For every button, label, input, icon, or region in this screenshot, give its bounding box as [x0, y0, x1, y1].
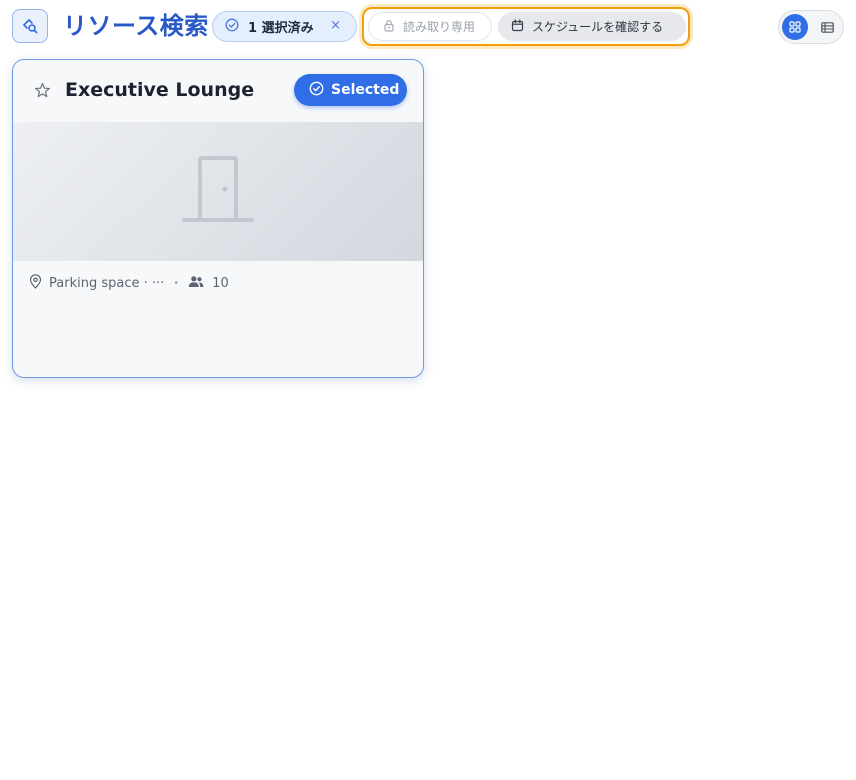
clear-selection-button[interactable]: ×	[330, 18, 341, 33]
grid-view-icon[interactable]	[782, 14, 808, 40]
check-circle-icon	[225, 17, 239, 36]
card-title: Executive Lounge	[65, 79, 255, 101]
check-schedule-button[interactable]: スケジュールを確認する	[498, 12, 686, 41]
capacity-value: 10	[212, 275, 229, 291]
check-circle-icon	[309, 81, 324, 100]
search-resource-icon[interactable]	[12, 9, 48, 43]
calendar-icon	[511, 17, 524, 36]
readonly-button[interactable]: 読み取り専用	[368, 12, 492, 41]
door-icon	[180, 152, 256, 232]
page-title: リソース検索	[63, 12, 209, 40]
selected-label: Selected	[331, 82, 400, 98]
selected-button[interactable]: Selected	[294, 74, 407, 106]
location-pin-icon	[29, 273, 42, 293]
list-view-icon[interactable]	[814, 14, 840, 40]
star-icon[interactable]	[34, 82, 51, 103]
location-text: Parking space · ···	[49, 275, 165, 291]
readonly-label: 読み取り専用	[403, 20, 476, 34]
selection-count: 1 選択済み	[248, 21, 314, 36]
check-schedule-label: スケジュールを確認する	[532, 20, 664, 34]
view-toggle	[778, 10, 844, 44]
people-icon	[188, 275, 204, 292]
resource-card[interactable]: Executive Lounge Selected Parking space …	[12, 59, 424, 378]
meta-separator: •	[173, 277, 180, 289]
card-image-placeholder	[13, 122, 423, 261]
action-group: 読み取り専用 スケジュールを確認する	[362, 7, 690, 46]
card-header: Executive Lounge Selected	[13, 60, 423, 122]
card-meta: Parking space · ··· • 10	[29, 273, 229, 293]
lock-icon	[383, 17, 395, 36]
toolbar: リソース検索 1 選択済み × 読み取り専用 スケジュールを確認する	[0, 0, 856, 56]
selection-chip[interactable]: 1 選択済み ×	[212, 11, 357, 42]
